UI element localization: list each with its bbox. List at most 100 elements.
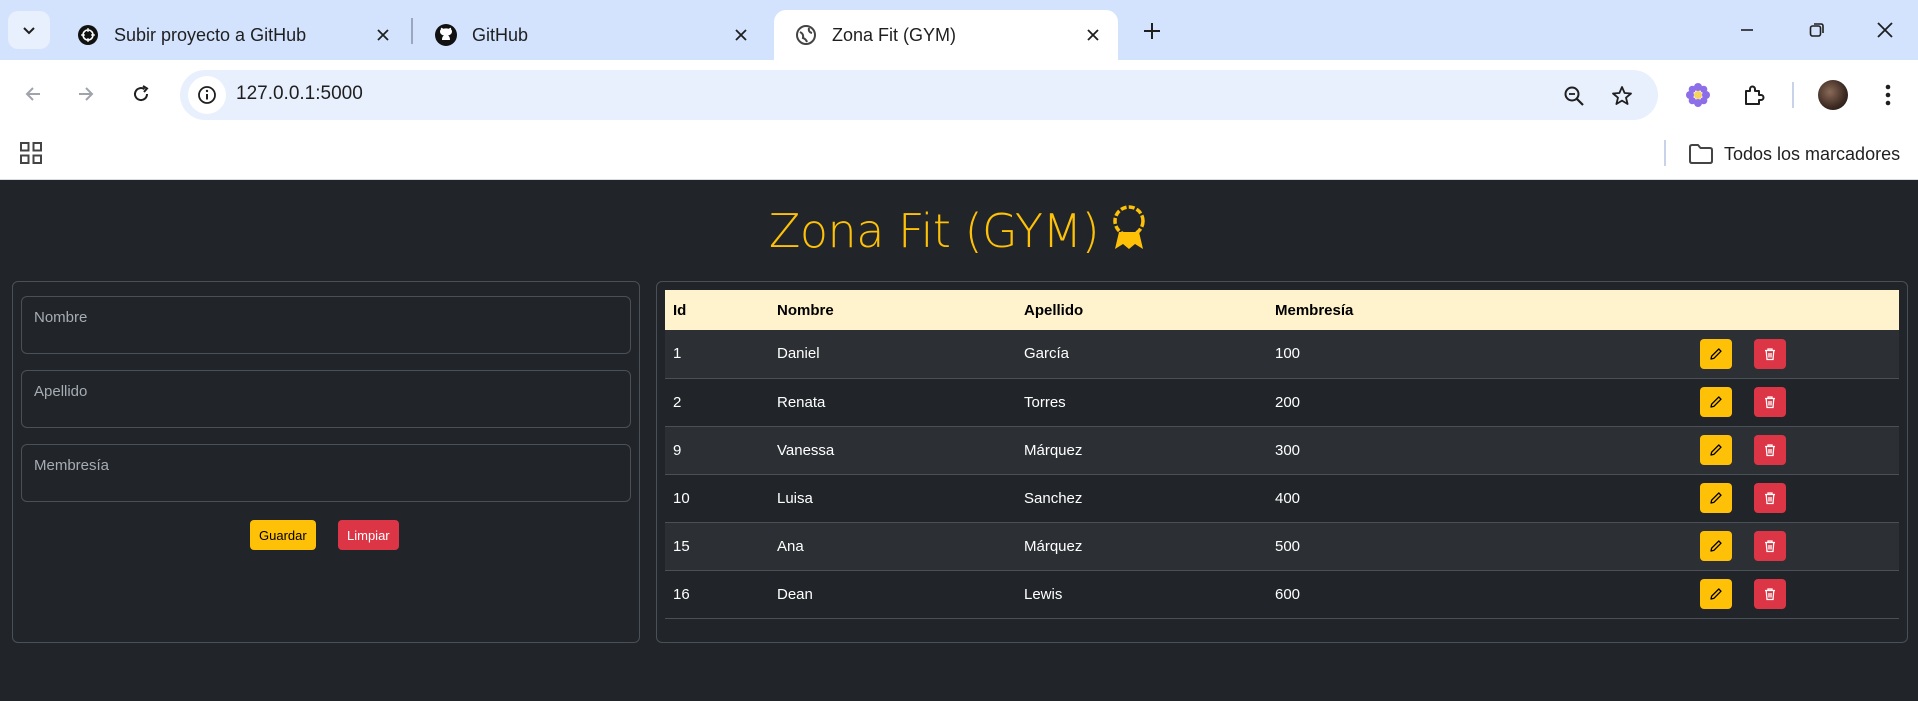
cell-id: 15 (673, 537, 690, 555)
edit-button[interactable] (1700, 579, 1732, 609)
pencil-icon (1710, 444, 1722, 456)
browser-menu-button[interactable] (1870, 77, 1906, 113)
forward-button[interactable] (68, 76, 104, 112)
column-header-apellido: Apellido (1024, 301, 1084, 319)
tab-zona-fit[interactable]: Zona Fit (GYM) (774, 10, 1118, 60)
puzzle-icon (1745, 85, 1765, 105)
restore-icon (1809, 23, 1824, 37)
table-row: 16 Dean Lewis 600 (665, 570, 1899, 618)
delete-button[interactable] (1754, 338, 1787, 369)
zoom-button[interactable] (1560, 82, 1588, 110)
page-content: Zona Fit (GYM) Nombre Apellido Membresía… (0, 181, 1918, 701)
table-row: 10 Luisa Sanchez 400 (665, 474, 1899, 522)
table-row: 9 Vanessa Márquez 300 (665, 426, 1899, 474)
close-icon[interactable] (1080, 22, 1106, 48)
apps-grid-icon[interactable] (16, 138, 46, 168)
bookmarks-divider (1664, 140, 1666, 166)
cell-nombre: Renata (777, 393, 826, 411)
cell-membresia: 400 (1275, 489, 1301, 507)
toolbar-divider (1792, 82, 1794, 108)
star-icon (1612, 86, 1632, 105)
close-icon[interactable] (370, 22, 396, 48)
cell-nombre: Daniel (777, 345, 820, 363)
cell-apellido: Sanchez (1024, 489, 1083, 507)
cell-actions (1692, 330, 1899, 378)
apellido-input[interactable] (22, 371, 630, 427)
edit-button[interactable] (1700, 531, 1732, 561)
tab-separator (411, 18, 413, 44)
nombre-field[interactable]: Nombre (21, 296, 631, 354)
cell-nombre: Dean (777, 585, 813, 603)
edit-button[interactable] (1700, 435, 1732, 465)
cell-apellido: Torres (1024, 393, 1066, 411)
extension-button[interactable] (1680, 77, 1716, 113)
profile-avatar[interactable] (1818, 80, 1848, 110)
cell-nombre: Ana (777, 537, 804, 555)
folder-icon (1688, 143, 1714, 165)
delete-button[interactable] (1754, 387, 1787, 417)
minimize-button[interactable] (1724, 12, 1770, 48)
edit-button[interactable] (1700, 338, 1732, 369)
back-button[interactable] (15, 76, 51, 112)
restore-button[interactable] (1794, 12, 1840, 48)
save-button[interactable]: Guardar (250, 520, 316, 550)
url-text: 127.0.0.1:5000 (236, 83, 363, 104)
nombre-input[interactable] (22, 297, 630, 353)
cell-actions (1692, 570, 1899, 618)
clear-button[interactable]: Limpiar (338, 520, 399, 550)
column-header-actions (1692, 290, 1899, 330)
bookmark-star-button[interactable] (1608, 82, 1636, 110)
close-icon (1877, 22, 1893, 38)
table-header-row: Id Nombre Apellido Membresía (665, 290, 1899, 330)
close-icon[interactable] (728, 22, 754, 48)
openai-icon (76, 23, 100, 47)
delete-button[interactable] (1754, 531, 1787, 561)
membresia-input[interactable] (22, 445, 630, 501)
column-header-membresia: Membresía (1275, 301, 1354, 319)
apellido-field[interactable]: Apellido (21, 370, 631, 428)
browser-toolbar: 127.0.0.1:5000 (0, 60, 1918, 128)
extensions-menu-button[interactable] (1736, 77, 1772, 113)
page-title-row: Zona Fit (GYM) (0, 203, 1918, 264)
pencil-icon (1710, 492, 1722, 504)
github-icon (434, 23, 458, 47)
site-info-button[interactable] (188, 76, 226, 114)
arrow-right-icon (79, 87, 94, 101)
cell-id: 10 (673, 489, 690, 507)
delete-button[interactable] (1754, 435, 1787, 465)
edit-button[interactable] (1700, 387, 1732, 417)
cell-apellido: Lewis (1024, 585, 1063, 603)
cell-membresia: 500 (1275, 537, 1301, 555)
tab-subir-proyecto[interactable]: Subir proyecto a GitHub (56, 10, 408, 60)
minimize-icon (1741, 29, 1753, 31)
tab-title: GitHub (472, 24, 529, 45)
all-bookmarks-button[interactable]: Todos los marcadores (1688, 140, 1900, 168)
tab-github[interactable]: GitHub (414, 10, 766, 60)
zoom-out-icon (1564, 86, 1584, 106)
trash-icon (1765, 444, 1776, 457)
delete-button[interactable] (1754, 483, 1787, 513)
cell-id: 9 (673, 441, 682, 459)
more-vert-icon (1885, 84, 1891, 106)
tab-search-button[interactable] (8, 11, 50, 49)
address-bar[interactable]: 127.0.0.1:5000 (180, 70, 1658, 120)
cell-membresia: 200 (1275, 393, 1301, 411)
tab-title: Subir proyecto a GitHub (114, 24, 307, 45)
column-header-nombre: Nombre (777, 301, 834, 319)
cell-apellido: García (1024, 345, 1070, 363)
membresia-field[interactable]: Membresía (21, 444, 631, 502)
table-row: 15 Ana Márquez 500 (665, 522, 1899, 570)
trash-icon (1765, 396, 1776, 409)
chevron-down-icon (23, 27, 35, 35)
edit-button[interactable] (1700, 483, 1732, 513)
tab-title: Zona Fit (GYM) (832, 24, 957, 45)
delete-button[interactable] (1754, 579, 1787, 609)
close-window-button[interactable] (1862, 12, 1908, 48)
new-tab-button[interactable] (1137, 16, 1167, 46)
page-title: Zona Fit (GYM) (768, 204, 1100, 258)
globe-icon (794, 23, 818, 47)
reload-button[interactable] (123, 76, 159, 112)
award-icon (1109, 203, 1149, 264)
cell-id: 1 (673, 345, 682, 363)
member-form: Nombre Apellido Membresía Guardar Limpia… (12, 281, 640, 643)
